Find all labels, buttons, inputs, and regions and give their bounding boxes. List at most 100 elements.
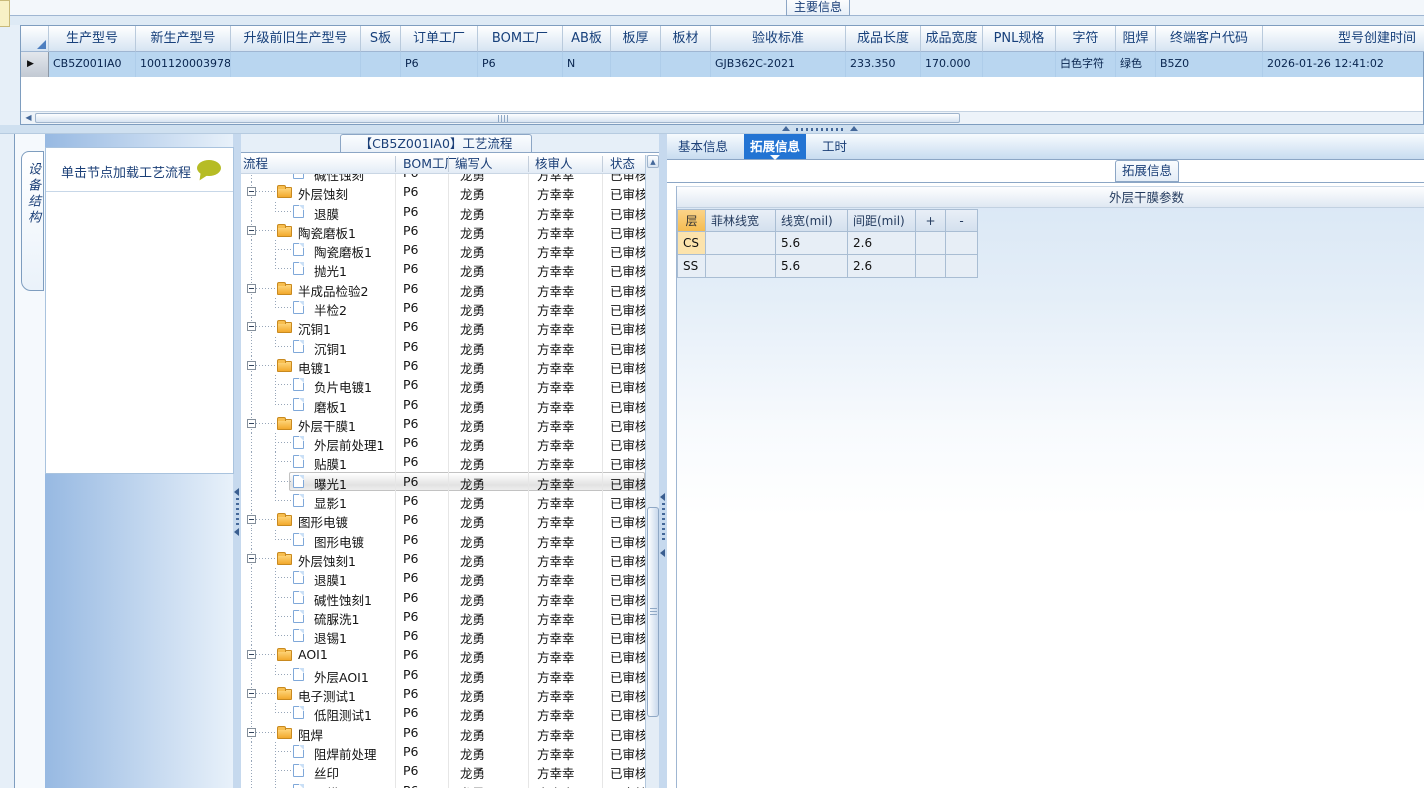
- tree-column-header[interactable]: 状态: [610, 155, 635, 173]
- param-row[interactable]: CS 5.6 2.6: [677, 232, 978, 255]
- grid-hscroll-thumb[interactable]: [35, 113, 960, 123]
- grid-cell[interactable]: [611, 52, 661, 77]
- param-col-header[interactable]: 间距(mil): [848, 209, 916, 232]
- tree-row[interactable]: 外层前处理1 P6 龙勇 方幸幸 已审核: [241, 433, 645, 453]
- column-header[interactable]: 生产型号: [49, 26, 136, 52]
- column-header[interactable]: 成品长度: [846, 26, 921, 52]
- tree-column-header[interactable]: 流程: [243, 155, 268, 173]
- param-cell[interactable]: 5.6: [776, 255, 848, 278]
- grid-cell[interactable]: N: [563, 52, 611, 77]
- tree-node-label[interactable]: 曝光1: [314, 474, 347, 493]
- tree-row[interactable]: 电子测试1 P6 龙勇 方幸幸 已审核: [241, 684, 645, 704]
- tree-node-label[interactable]: 退膜1: [314, 570, 347, 589]
- grid-horizontal-scrollbar[interactable]: ◀: [21, 111, 1423, 124]
- tree-node-label[interactable]: 图形电镀: [298, 512, 348, 531]
- tree-node-label[interactable]: 硫脲洗1: [314, 609, 359, 628]
- tree-row[interactable]: 低阻测试1 P6 龙勇 方幸幸 已审核: [241, 703, 645, 724]
- tree-row[interactable]: AOI1 P6 龙勇 方幸幸 已审核: [241, 645, 645, 665]
- horizontal-splitter[interactable]: [0, 125, 1424, 133]
- tree-node-label[interactable]: 丝印: [314, 763, 339, 782]
- tree-node-label[interactable]: AOI1: [298, 647, 328, 662]
- collapse-icon[interactable]: [247, 515, 256, 525]
- grid-cell[interactable]: [231, 52, 361, 77]
- tree-column-header[interactable]: 核审人: [535, 155, 573, 173]
- collapse-icon[interactable]: [247, 360, 256, 370]
- tree-row[interactable]: 丝印 P6 龙勇 方幸幸 已审核: [241, 761, 645, 782]
- grid-cell[interactable]: 2026-01-26 12:41:02: [1263, 52, 1424, 77]
- param-cell[interactable]: [706, 232, 776, 255]
- tree-node-label[interactable]: 半检2: [314, 300, 347, 319]
- grid-cell[interactable]: 白色字符: [1056, 52, 1116, 77]
- model-grid-row[interactable]: ▶ CB5Z001IA0 10011200039786 P6 P6 N GJB362C-20…: [21, 52, 1423, 77]
- left-vertical-splitter[interactable]: [233, 134, 241, 788]
- tree-node-label[interactable]: 陶瓷磨板1: [298, 223, 356, 242]
- collapse-icon[interactable]: [247, 650, 256, 660]
- tree-node-label[interactable]: 抛光1: [314, 261, 347, 280]
- grid-cell[interactable]: 10011200039786: [136, 52, 231, 77]
- tree-node-label[interactable]: 显影1: [314, 493, 347, 512]
- column-header[interactable]: BOM工厂: [478, 26, 563, 52]
- inner-tab-extended-info[interactable]: 拓展信息: [1115, 160, 1179, 182]
- tree-node-label[interactable]: 沉铜1: [314, 339, 347, 358]
- param-cell[interactable]: SS: [677, 255, 706, 278]
- tree-row[interactable]: 陶瓷磨板1 P6 龙勇 方幸幸 已审核: [241, 220, 645, 242]
- column-header[interactable]: 升级前旧生产型号: [231, 26, 361, 52]
- select-all-header[interactable]: [21, 26, 49, 52]
- param-col-header[interactable]: +: [916, 209, 946, 232]
- tree-node-label[interactable]: 低阻测试1: [314, 705, 372, 724]
- tree-row[interactable]: 半检2 P6 龙勇 方幸幸 已审核: [241, 298, 645, 319]
- right-vertical-splitter[interactable]: [659, 134, 667, 788]
- grid-cell[interactable]: [661, 52, 711, 77]
- tree-node-label[interactable]: 退膜: [314, 204, 339, 223]
- param-cell[interactable]: [946, 232, 978, 255]
- grid-cell[interactable]: 233.350: [846, 52, 921, 77]
- tree-node-label[interactable]: 电镀1: [298, 358, 331, 377]
- tree-node-label[interactable]: 沉铜1: [298, 319, 331, 338]
- tree-node-label[interactable]: 负片电镀1: [314, 377, 372, 396]
- tree-row[interactable]: 碱性蚀刻 P6 龙勇 方幸幸 已审核: [241, 174, 645, 183]
- tab-拓展信息[interactable]: 拓展信息: [744, 134, 807, 160]
- grid-cell[interactable]: P6: [401, 52, 478, 77]
- tree-row[interactable]: 退锡1 P6 龙勇 方幸幸 已审核: [241, 626, 645, 646]
- collapse-icon[interactable]: [247, 727, 256, 737]
- column-header[interactable]: PNL规格: [983, 26, 1056, 52]
- row-selector-cell[interactable]: ▶: [21, 52, 49, 77]
- param-col-header[interactable]: 线宽(mil): [776, 209, 848, 232]
- column-header[interactable]: 新生产型号: [136, 26, 231, 52]
- column-header[interactable]: 字符: [1056, 26, 1116, 52]
- tree-node-label[interactable]: 陶瓷磨板1: [314, 242, 372, 261]
- collapse-icon[interactable]: [247, 283, 256, 293]
- column-header[interactable]: 验收标准: [711, 26, 846, 52]
- tree-row[interactable]: 外层蚀刻1 P6 龙勇 方幸幸 已审核: [241, 548, 645, 569]
- param-col-header[interactable]: -: [946, 209, 978, 232]
- column-header[interactable]: 订单工厂: [401, 26, 478, 52]
- collapsed-corner-tab[interactable]: [0, 0, 10, 27]
- tree-row[interactable]: 磨板1 P6 龙勇 方幸幸 已审核: [241, 394, 645, 415]
- grid-cell[interactable]: [361, 52, 401, 77]
- tree-row[interactable]: 碱性蚀刻1 P6 龙勇 方幸幸 已审核: [241, 587, 645, 608]
- param-cell[interactable]: 2.6: [848, 232, 916, 255]
- column-header[interactable]: 阻焊: [1116, 26, 1156, 52]
- tree-row[interactable]: 外层干膜1 P6 龙勇 方幸幸 已审核: [241, 413, 645, 434]
- tree-node-label[interactable]: 阻焊前处理: [314, 744, 377, 763]
- tree-row[interactable]: 沉铜1 P6 龙勇 方幸幸 已审核: [241, 336, 645, 358]
- tree-node-label[interactable]: 图形电镀: [314, 532, 364, 551]
- tree-row[interactable]: 退膜1 P6 龙勇 方幸幸 已审核: [241, 568, 645, 589]
- collapse-icon[interactable]: [247, 553, 256, 563]
- tree-column-headers[interactable]: 流程 BOM工厂 编写人 核审人 状态: [241, 155, 645, 174]
- tree-row[interactable]: 贴膜1 P6 龙勇 方幸幸 已审核: [241, 452, 645, 472]
- grid-cell[interactable]: GJB362C-2021: [711, 52, 846, 77]
- param-cell[interactable]: 5.6: [776, 232, 848, 255]
- param-cell[interactable]: [916, 255, 946, 278]
- param-row[interactable]: SS 5.6 2.6: [677, 255, 978, 278]
- column-header[interactable]: AB板: [563, 26, 611, 52]
- column-header[interactable]: S板: [361, 26, 401, 52]
- tree-row[interactable]: 陶瓷磨板1 P6 龙勇 方幸幸 已审核: [241, 240, 645, 261]
- tree-node-label[interactable]: 外层蚀刻: [298, 184, 348, 203]
- tab-基本信息[interactable]: 基本信息: [672, 134, 734, 159]
- collapse-icon[interactable]: [247, 187, 256, 197]
- tree-node-label[interactable]: 预烘: [314, 783, 339, 788]
- tab-工时[interactable]: 工时: [816, 134, 853, 159]
- param-col-header[interactable]: 菲林线宽: [706, 209, 776, 232]
- tree-row[interactable]: 半成品检验2 P6 龙勇 方幸幸 已审核: [241, 278, 645, 299]
